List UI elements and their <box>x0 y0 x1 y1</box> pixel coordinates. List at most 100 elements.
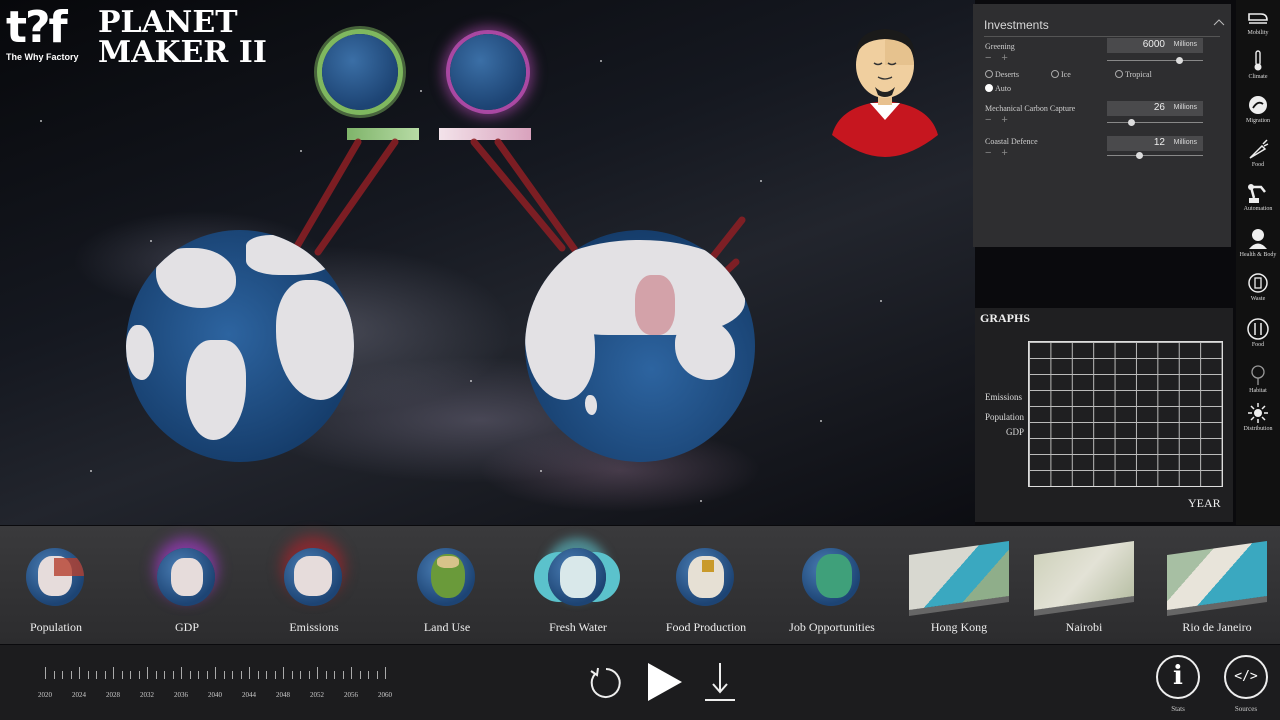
timeline-tick[interactable] <box>70 671 72 679</box>
layer-item-population[interactable]: Population <box>0 526 120 644</box>
collapse-chevron-icon[interactable] <box>1213 18 1225 26</box>
sidebar-item-distribution[interactable]: Distribution <box>1236 402 1280 432</box>
tree-icon <box>1251 365 1265 385</box>
reset-icon[interactable] <box>585 662 627 704</box>
timeline-tick[interactable] <box>215 667 216 679</box>
sidebar-item-health-body[interactable]: Health & Body <box>1236 228 1280 258</box>
timeline-tick[interactable] <box>232 671 233 679</box>
layer-selector: Population GDP Emissions Land Use Fresh … <box>0 526 1280 644</box>
timeline-tick[interactable] <box>172 671 174 679</box>
coastal-defence-value: 12 <box>1153 137 1165 148</box>
layer-item-job-opportunities[interactable]: Job Opportunities <box>768 526 896 644</box>
timeline-tick[interactable] <box>240 671 242 679</box>
sidebar-item-waste[interactable]: Waste <box>1236 272 1280 302</box>
timeline-tick[interactable] <box>113 667 114 679</box>
sources-button[interactable]: </> <box>1224 655 1268 699</box>
timeline-tick[interactable] <box>181 667 182 679</box>
graph-grid[interactable] <box>1028 341 1223 487</box>
population-globe-icon <box>26 548 84 606</box>
timeline-tick[interactable] <box>325 671 327 679</box>
timeline-tick[interactable] <box>206 671 208 679</box>
stats-label: Stats <box>1171 705 1185 713</box>
coastal-defence-slider[interactable] <box>1107 152 1203 159</box>
timeline-tick[interactable] <box>189 671 191 679</box>
timeline-tick[interactable] <box>283 667 284 679</box>
cutlery-icon <box>1247 318 1269 340</box>
greening-slider[interactable] <box>1107 57 1203 64</box>
timeline-tick[interactable] <box>79 667 80 679</box>
layer-item-gdp[interactable]: GDP <box>123 526 251 644</box>
greening-stepper[interactable]: −+ <box>985 52 1018 64</box>
play-icon[interactable] <box>644 659 686 705</box>
greening-slider-knob[interactable] <box>1176 57 1183 64</box>
timeline-tick[interactable] <box>368 671 369 679</box>
timeline-tick[interactable] <box>121 671 123 679</box>
timeline-tick[interactable] <box>317 667 318 679</box>
timeline-tick[interactable] <box>359 671 361 679</box>
layer-label: Emissions <box>289 620 339 634</box>
timeline-tick[interactable] <box>45 667 46 679</box>
timeline-tick[interactable] <box>249 667 250 679</box>
layer-item-land-use[interactable]: Land Use <box>383 526 511 644</box>
sidebar-item-habitat[interactable]: Habitat <box>1236 364 1280 394</box>
timeline-tick[interactable] <box>130 671 131 679</box>
greening-value-field[interactable]: 6000 Millions <box>1107 38 1203 53</box>
sidebar-item-climate[interactable]: Climate <box>1236 50 1280 80</box>
greening-label: Greening <box>985 42 1015 51</box>
sidebar-item-automation[interactable]: Automation <box>1236 182 1280 212</box>
timeline-tick[interactable] <box>291 671 293 679</box>
timeline-tick[interactable] <box>385 667 386 679</box>
timeline-tick[interactable] <box>376 671 378 679</box>
layer-item-emissions[interactable]: Emissions <box>250 526 378 644</box>
timeline-tick[interactable] <box>96 671 97 679</box>
fresh-water-globe-icon <box>548 548 606 606</box>
coastal-defence-slider-knob[interactable] <box>1135 152 1143 159</box>
greening-option-tropical[interactable]: Tropical <box>1115 70 1152 79</box>
timeline-tick[interactable] <box>334 671 335 679</box>
timeline-tick[interactable] <box>257 671 259 679</box>
timeline-tick[interactable] <box>300 671 301 679</box>
sidebar-item-mobility[interactable]: Mobility <box>1236 6 1280 36</box>
layer-item-rio-de-janeiro[interactable]: Rio de Janeiro <box>1153 526 1280 644</box>
timeline-tick[interactable] <box>138 671 140 679</box>
carbon-capture-label: Mechanical Carbon Capture <box>985 104 1076 113</box>
timeline-tick[interactable] <box>223 671 225 679</box>
sidebar-item-migration[interactable]: Migration <box>1236 94 1280 124</box>
globe-viewport[interactable]: t?f The Why Factory PLANET MAKER II <box>0 0 975 525</box>
sidebar-item-food-2[interactable]: Food <box>1236 318 1280 348</box>
carbon-capture-slider-knob[interactable] <box>1128 119 1135 126</box>
current-planet-globe[interactable] <box>126 230 354 462</box>
timeline-year-label: 2028 <box>106 691 120 699</box>
layer-item-nairobi[interactable]: Nairobi <box>1020 526 1148 644</box>
greening-option-deserts[interactable]: Deserts <box>985 70 1019 79</box>
layer-label: Population <box>29 620 82 634</box>
carbon-capture-value-field[interactable]: 26 Millions <box>1107 101 1203 116</box>
timeline-tick[interactable] <box>155 671 157 679</box>
timeline-tick[interactable] <box>87 671 89 679</box>
layer-item-fresh-water[interactable]: Fresh Water <box>514 526 642 644</box>
download-icon[interactable] <box>702 661 738 705</box>
timeline-tick[interactable] <box>62 671 63 679</box>
greening-option-ice[interactable]: Ice <box>1051 70 1071 79</box>
future-planet-globe[interactable] <box>525 230 755 462</box>
timeline-tick[interactable] <box>274 671 276 679</box>
timeline-tick[interactable] <box>198 671 199 679</box>
greening-value: 6000 <box>1142 39 1165 50</box>
timeline-tick[interactable] <box>351 667 352 679</box>
stats-button[interactable]: i <box>1156 655 1200 699</box>
layer-item-food-production[interactable]: Food Production <box>642 526 770 644</box>
timeline-tick[interactable] <box>104 671 106 679</box>
timeline-tick[interactable] <box>342 671 344 679</box>
carbon-capture-stepper[interactable]: −+ <box>985 114 1018 126</box>
timeline-tick[interactable] <box>147 667 148 679</box>
timeline-tick[interactable] <box>266 671 267 679</box>
coastal-defence-value-field[interactable]: 12 Millions <box>1107 136 1203 151</box>
timeline-tick[interactable] <box>308 671 310 679</box>
timeline-tick[interactable] <box>164 671 165 679</box>
carbon-capture-slider[interactable] <box>1107 119 1203 126</box>
timeline-tick[interactable] <box>53 671 55 679</box>
coastal-defence-stepper[interactable]: −+ <box>985 147 1018 159</box>
layer-item-hong-kong[interactable]: Hong Kong <box>895 526 1023 644</box>
sidebar-item-food[interactable]: Food <box>1236 138 1280 168</box>
greening-option-auto[interactable]: Auto <box>985 84 1011 93</box>
